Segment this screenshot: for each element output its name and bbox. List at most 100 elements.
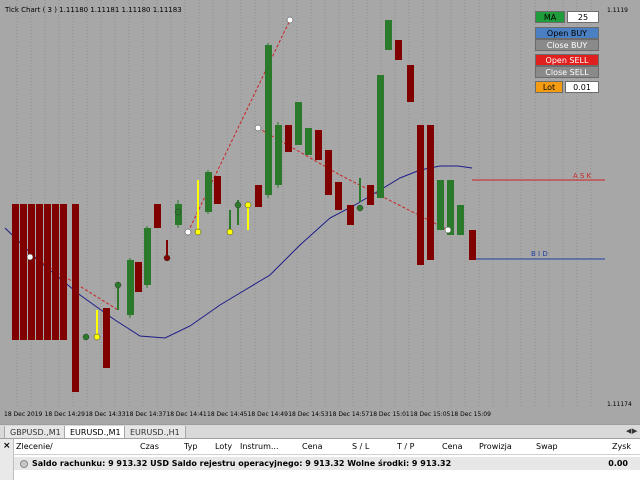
signal-dot [82, 333, 90, 341]
tab-scroll-right-icon[interactable]: ▶ [632, 427, 637, 435]
terminal-window: Tick Chart ( 3 ) 1.11180 1.11181 1.11180… [0, 0, 640, 480]
column-header-instrument[interactable]: Instrum... [240, 442, 279, 451]
time-label: 18 Dec 2019 [4, 411, 43, 418]
candle [265, 45, 272, 195]
time-label: 18 Dec 14:29 [45, 411, 86, 418]
candle [305, 128, 312, 155]
candle [295, 102, 302, 145]
candle [205, 172, 212, 212]
column-header-zlecenie[interactable]: Zlecenie [16, 442, 50, 451]
column-header-czas[interactable]: Czas [140, 442, 159, 451]
candle [36, 204, 43, 340]
open-buy-button[interactable]: Open BUY [535, 27, 599, 39]
candle [377, 75, 384, 198]
ma-label: MA [535, 11, 565, 23]
candle [127, 260, 134, 315]
terminal-sidebar: × [0, 439, 14, 480]
candle [407, 65, 414, 102]
candle [437, 180, 444, 230]
signal-dot [194, 228, 202, 236]
price-top-label: 1.1119 [607, 7, 628, 14]
signal-dot [184, 228, 192, 236]
time-label: 18 Dec 14:49 [248, 411, 289, 418]
candle [285, 125, 292, 152]
signal-dot [234, 201, 242, 209]
column-header-cena[interactable]: Cena [302, 442, 322, 451]
candle [144, 228, 151, 285]
candle [255, 185, 262, 207]
candle [60, 204, 67, 340]
time-label: 18 Dec 15:09 [451, 411, 492, 418]
signal-dot [174, 208, 182, 216]
candle [417, 125, 424, 265]
close-buy-button[interactable]: Close BUY [535, 39, 599, 51]
column-header-cena-current[interactable]: Cena [442, 442, 462, 451]
candle [395, 40, 402, 60]
candle [325, 150, 332, 195]
column-header-swap[interactable]: Swap [536, 442, 558, 451]
candle [103, 308, 110, 368]
chart-background [0, 0, 605, 408]
price-scale[interactable] [605, 0, 640, 408]
bid-label: B I D [531, 250, 548, 258]
signal-dot [254, 124, 262, 132]
column-header-typ[interactable]: Typ [184, 442, 197, 451]
price-bottom-label: 1.11174 [607, 401, 632, 408]
balance-icon [20, 459, 28, 468]
time-label: 18 Dec 14:53 [288, 411, 329, 418]
candle [367, 185, 374, 205]
candle [214, 176, 221, 204]
time-label: 18 Dec 14:41 [166, 411, 207, 418]
candle [447, 180, 454, 235]
time-axis-labels: 18 Dec 2019 18 Dec 14:29 18 Dec 14:33 18 De… [4, 411, 491, 418]
tab-scroll-left-icon[interactable]: ◀ [626, 427, 631, 435]
candle [72, 204, 79, 392]
terminal-panel: × Zlecenie / Czas Typ Loty Instrum... Ce… [0, 438, 640, 480]
time-label: 18 Dec 15:05 [410, 411, 451, 418]
signal-dot [163, 254, 171, 262]
signal-dot [356, 204, 364, 212]
candle [52, 204, 59, 340]
time-label: 18 Dec 14:45 [207, 411, 248, 418]
ma-period-input[interactable]: 25 [567, 11, 599, 23]
chart-area[interactable]: Tick Chart ( 3 ) 1.11180 1.11181 1.11180… [0, 0, 640, 424]
candle [427, 125, 434, 260]
column-header-zysk[interactable]: Zysk [612, 442, 631, 451]
time-label: 18 Dec 14:37 [126, 411, 167, 418]
signal-dot [93, 333, 101, 341]
signal-dot [286, 16, 294, 24]
candle [315, 130, 322, 160]
candle [135, 262, 142, 292]
close-terminal-icon[interactable]: × [3, 441, 11, 451]
close-sell-button[interactable]: Close SELL [535, 66, 599, 78]
signal-dot [226, 228, 234, 236]
candle [28, 204, 35, 340]
chart-tabs: GBPUSD.,M1 EURUSD.,M1 EURUSD.,H1 ◀ ▶ [0, 424, 640, 439]
time-label: 18 Dec 14:33 [85, 411, 126, 418]
account-summary-row[interactable]: Saldo rachunku: 9 913.32 USD Saldo rejes… [14, 457, 640, 470]
signal-dot [114, 281, 122, 289]
time-label: 18 Dec 14:57 [329, 411, 370, 418]
signal-dot [26, 253, 34, 261]
lot-label: Lot [535, 81, 563, 93]
account-summary-text: Saldo rachunku: 9 913.32 USD Saldo rejes… [32, 459, 452, 468]
column-header-loty[interactable]: Loty [215, 442, 232, 451]
candle [347, 205, 354, 225]
total-profit: 0.00 [608, 459, 628, 468]
terminal-column-headers: Zlecenie / Czas Typ Loty Instrum... Cena… [14, 439, 640, 455]
column-header-sl[interactable]: S / L [352, 442, 369, 451]
column-header-sort[interactable]: / [50, 442, 53, 451]
time-label: 18 Dec 15:01 [369, 411, 410, 418]
lot-size-input[interactable]: 0.01 [565, 81, 599, 93]
column-header-tp[interactable]: T / P [397, 442, 415, 451]
open-sell-button[interactable]: Open SELL [535, 54, 599, 66]
candle [335, 182, 342, 210]
ask-label: A S K [573, 172, 592, 180]
candle [469, 230, 476, 260]
candle [154, 204, 161, 228]
candle [20, 204, 27, 340]
candle [12, 204, 19, 340]
chart-title: Tick Chart ( 3 ) 1.11180 1.11181 1.11180… [4, 6, 182, 14]
candle [385, 20, 392, 50]
column-header-prowizja[interactable]: Prowizja [479, 442, 512, 451]
